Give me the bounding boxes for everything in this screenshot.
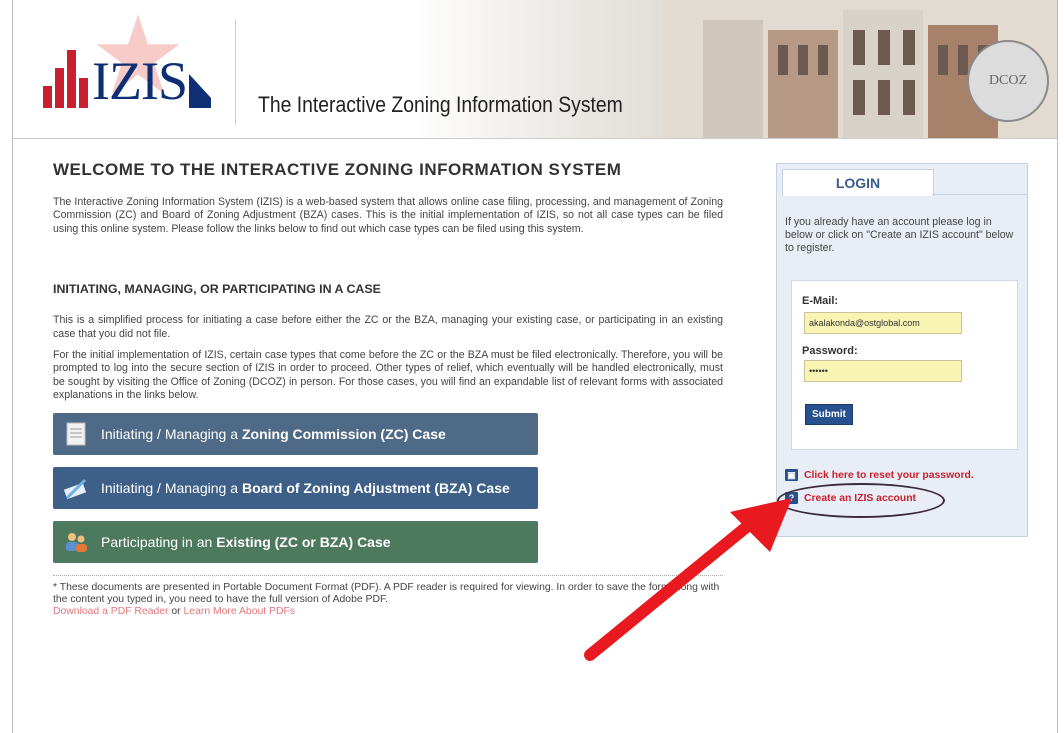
header-divider: [235, 20, 236, 125]
page-title: WELCOME TO THE INTERACTIVE ZONING INFORM…: [53, 160, 622, 179]
login-form: E-Mail: Password: Submit: [791, 280, 1018, 450]
logo-flag-icon: [188, 74, 211, 108]
bza-case-button[interactable]: Initiating / Managing a Board of Zoning …: [53, 466, 538, 509]
submit-button[interactable]: Submit: [805, 404, 853, 425]
password-label: Password:: [802, 345, 858, 357]
site-title: The Interactive Zoning Information Syste…: [258, 92, 623, 117]
learn-about-pdfs-link[interactable]: Learn More About PDFs: [184, 606, 295, 617]
zc-case-button[interactable]: Initiating / Managing a Zoning Commissio…: [53, 412, 538, 455]
section-title: INITIATING, MANAGING, OR PARTICIPATING I…: [53, 282, 381, 297]
seal-text: DCOZ: [988, 73, 1028, 88]
existing-case-button[interactable]: Participating in an Existing (ZC or BZA)…: [53, 520, 538, 563]
people-icon: [63, 529, 89, 555]
document-icon: [63, 421, 89, 447]
dcoz-seal-image: DCOZ: [967, 40, 1049, 122]
download-pdf-reader-link[interactable]: Download a PDF Reader: [53, 606, 169, 617]
reset-password-link[interactable]: Click here to reset your password.: [804, 470, 974, 481]
login-tab-label: LOGIN: [835, 175, 881, 191]
existing-button-bold: Existing (ZC or BZA) Case: [216, 533, 391, 550]
implementation-paragraph: For the initial implementation of IZIS, …: [53, 349, 723, 402]
zc-button-bold: Zoning Commission (ZC) Case: [241, 425, 446, 442]
zc-button-prefix: Initiating / Managing a: [101, 425, 238, 442]
logo-text: IZIS: [92, 51, 188, 111]
page-frame: IZIS The Interactive Zoning Information …: [12, 0, 1058, 733]
izis-logo[interactable]: IZIS: [43, 50, 211, 108]
annotation-arrow-icon: [584, 498, 792, 661]
bza-button-prefix: Initiating / Managing a: [101, 479, 238, 496]
login-panel: LOGIN If you already have an account ple…: [776, 163, 1028, 537]
key-icon: ▣: [785, 469, 798, 481]
logo-skyline-icon: [43, 50, 88, 108]
login-tab[interactable]: LOGIN: [782, 169, 934, 196]
password-field[interactable]: [804, 360, 962, 382]
email-label: E-Mail:: [802, 295, 839, 307]
link-separator: or: [168, 605, 184, 617]
login-instructions: If you already have an account please lo…: [785, 216, 1014, 254]
intro-paragraph: The Interactive Zoning Information Syste…: [53, 196, 723, 235]
existing-button-prefix: Participating in an: [101, 533, 213, 550]
site-header: IZIS The Interactive Zoning Information …: [13, 0, 1057, 139]
bza-button-bold: Board of Zoning Adjustment (BZA) Case: [241, 479, 510, 496]
email-field[interactable]: [804, 312, 962, 334]
simplified-process-paragraph: This is a simplified process for initiat…: [53, 314, 723, 340]
reset-password-row[interactable]: ▣ Click here to reset your password.: [785, 469, 974, 481]
login-tab-line: [932, 194, 1027, 195]
pen-icon: [63, 475, 89, 501]
